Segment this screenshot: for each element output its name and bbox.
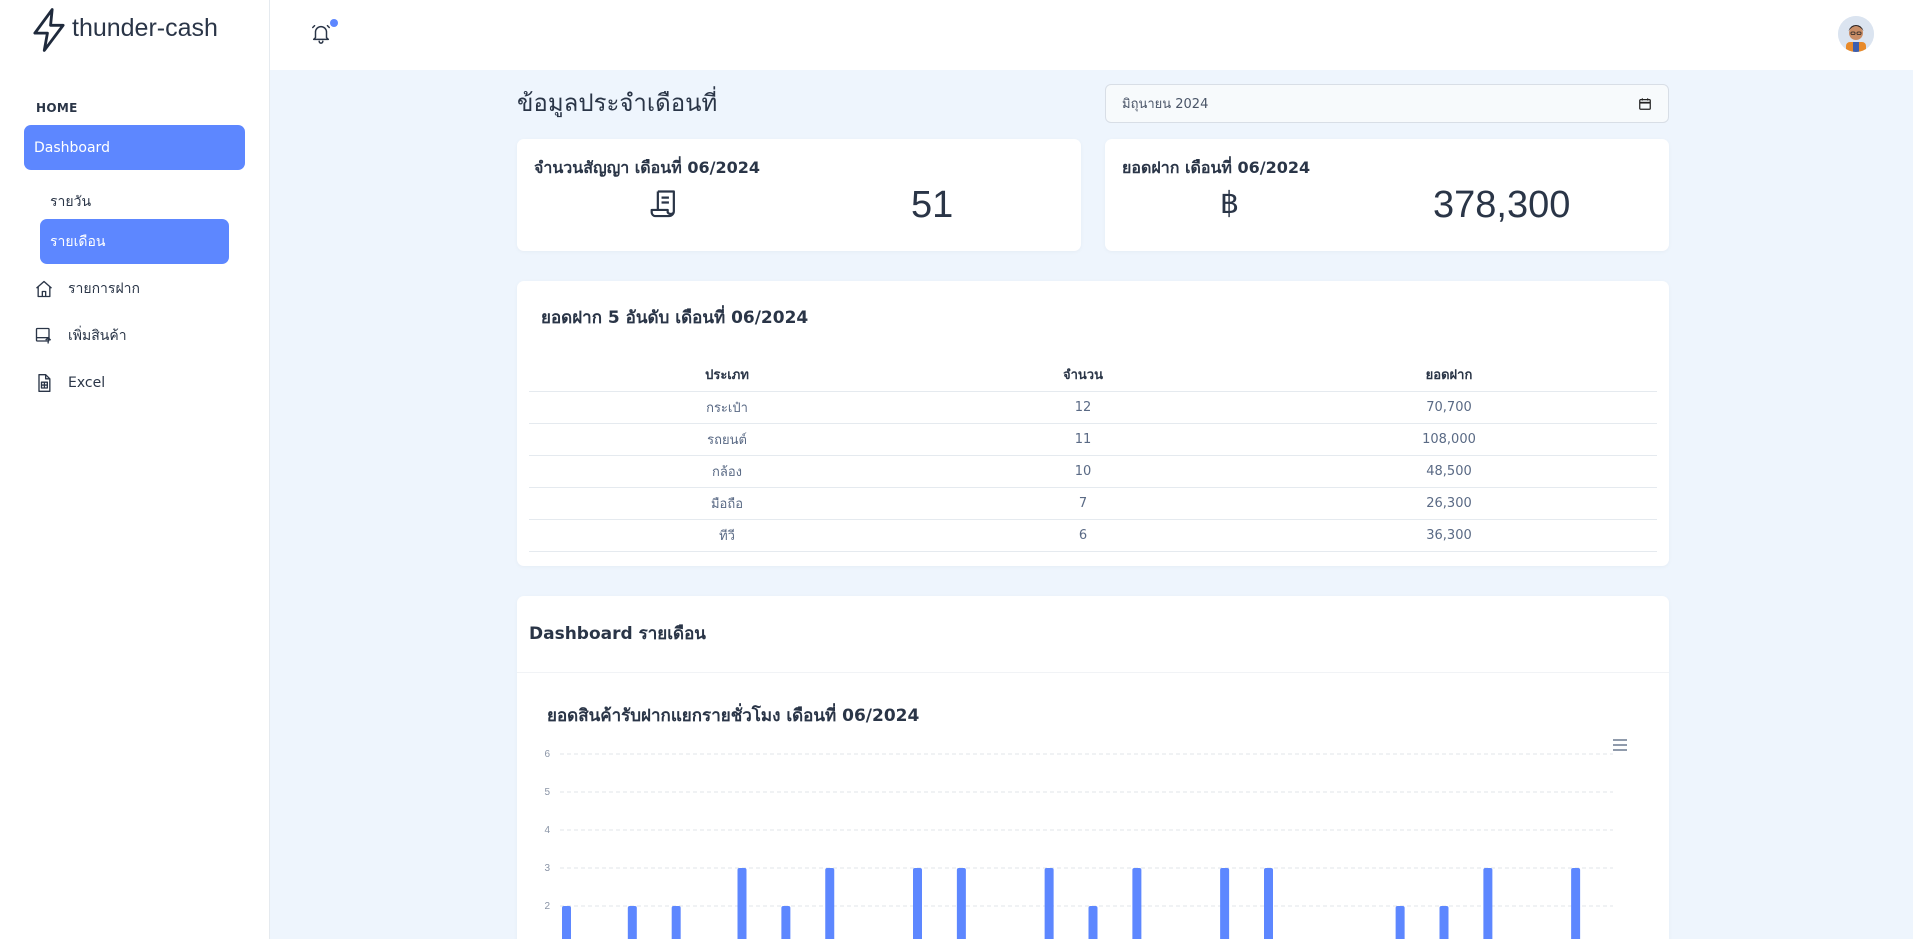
chart-bar — [1571, 868, 1581, 939]
sidebar-item-daily[interactable]: รายวัน — [40, 182, 228, 222]
table-title: ยอดฝาก 5 อันดับ เดือนที่ 06/2024 — [541, 308, 809, 328]
cell-count: 10 — [925, 455, 1241, 488]
sidebar-item-label: เพิ่มสินค้า — [68, 328, 127, 344]
dashboard-title: Dashboard รายเดือน — [529, 624, 706, 644]
chart-bar — [1439, 906, 1449, 939]
chart-bar — [1220, 868, 1230, 939]
sidebar-item-label: รายการฝาก — [68, 281, 140, 297]
y-tick-label: 5 — [544, 787, 550, 798]
column-header-count: จำนวน — [925, 359, 1241, 392]
chart-bar — [1132, 868, 1142, 939]
chart-bar — [1483, 868, 1493, 939]
cell-amount: 70,700 — [1241, 391, 1657, 424]
cell-type: มือถือ — [529, 487, 925, 520]
table-row: กล้อง 10 48,500 — [529, 455, 1657, 488]
monthly-dashboard-card: Dashboard รายเดือน ยอดสินค้ารับฝากแยกราย… — [517, 596, 1669, 939]
chart-bar — [781, 906, 791, 939]
cell-amount: 108,000 — [1241, 423, 1657, 456]
y-tick-label: 2 — [544, 901, 550, 912]
month-picker[interactable]: มิถุนายน 2024 — [1105, 84, 1669, 123]
chart-bar — [1044, 868, 1054, 939]
baht-icon: ฿ — [1220, 186, 1240, 221]
table-row: ทีวี 6 36,300 — [529, 519, 1657, 552]
bell-icon[interactable] — [310, 22, 332, 44]
lightning-icon — [33, 8, 65, 52]
cell-amount: 36,300 — [1241, 519, 1657, 552]
cell-count: 6 — [925, 519, 1241, 552]
top5-deposits-card: ยอดฝาก 5 อันดับ เดือนที่ 06/2024 ประเภท … — [517, 281, 1669, 566]
deposits-stat-card: ยอดฝาก เดือนที่ 06/2024 ฿ 378,300 — [1105, 139, 1669, 251]
sidebar-item-label: Dashboard — [34, 139, 110, 156]
user-avatar[interactable] — [1838, 16, 1874, 52]
sidebar-item-label: รายวัน — [50, 194, 92, 210]
spreadsheet-file-icon — [34, 373, 54, 393]
cell-count: 7 — [925, 487, 1241, 520]
column-header-amount: ยอดฝาก — [1241, 359, 1657, 392]
page-title: ข้อมูลประจำเดือนที่ — [517, 89, 718, 117]
table-row: มือถือ 7 26,300 — [529, 487, 1657, 520]
cell-count: 11 — [925, 423, 1241, 456]
sidebar-item-label: Excel — [68, 375, 106, 391]
chart-bar — [627, 906, 637, 939]
top5-table: ประเภท จำนวน ยอดฝาก กระเป๋า 12 70,700 รถ… — [529, 359, 1657, 552]
hourly-deposits-chart: 2345622232333323332233 — [544, 749, 1613, 939]
table-row: รถยนต์ 11 108,000 — [529, 423, 1657, 456]
chart-bar — [956, 868, 966, 939]
sidebar-item-excel[interactable]: Excel — [34, 372, 244, 394]
chart-bar — [671, 906, 681, 939]
chart-bar — [737, 868, 747, 939]
home-icon — [34, 279, 54, 299]
sidebar-item-deposits[interactable]: รายการฝาก — [34, 278, 244, 300]
sidebar-item-add-product[interactable]: เพิ่มสินค้า — [34, 325, 244, 347]
sidebar-item-monthly[interactable]: รายเดือน — [40, 219, 229, 264]
chart-bar — [1088, 906, 1098, 939]
sidebar-item-label: รายเดือน — [50, 233, 106, 250]
add-item-icon — [34, 326, 54, 346]
stat-card-value: 51 — [911, 184, 954, 226]
chart-bar — [1264, 868, 1273, 939]
notification-badge — [330, 19, 338, 27]
cell-type: กระเป๋า — [529, 391, 925, 424]
divider — [517, 672, 1669, 673]
cell-type: กล้อง — [529, 455, 925, 488]
top-bar — [270, 0, 1913, 70]
chart-bar — [913, 868, 922, 939]
cell-amount: 48,500 — [1241, 455, 1657, 488]
cell-amount: 26,300 — [1241, 487, 1657, 520]
sidebar-item-dashboard[interactable]: Dashboard — [24, 125, 245, 170]
cell-type: รถยนต์ — [529, 423, 925, 456]
month-picker-value: มิถุนายน 2024 — [1122, 97, 1209, 112]
y-tick-label: 4 — [544, 825, 550, 836]
y-tick-label: 3 — [544, 863, 550, 874]
stat-card-title: จำนวนสัญญา เดือนที่ 06/2024 — [534, 158, 760, 177]
brand-logo[interactable]: thunder-cash — [30, 8, 218, 52]
y-tick-label: 6 — [544, 749, 550, 760]
table-header-row: ประเภท จำนวน ยอดฝาก — [529, 359, 1657, 392]
contracts-stat-card: จำนวนสัญญา เดือนที่ 06/2024 51 — [517, 139, 1081, 251]
chart-bar — [562, 906, 571, 939]
chart-title: ยอดสินค้ารับฝากแยกรายชั่วโมง เดือนที่ 06… — [547, 706, 920, 726]
stat-card-value: 378,300 — [1433, 184, 1571, 226]
chart-bar — [825, 868, 835, 939]
stat-card-title: ยอดฝาก เดือนที่ 06/2024 — [1122, 158, 1311, 177]
nav-caption-home: HOME — [36, 101, 78, 115]
table-row: กระเป๋า 12 70,700 — [529, 391, 1657, 424]
chart-bar — [1395, 906, 1405, 939]
cell-count: 12 — [925, 391, 1241, 424]
brand-name: thunder-cash — [72, 13, 218, 42]
sidebar: thunder-cash HOME Dashboard รายวัน รายเด… — [0, 0, 270, 939]
cell-type: ทีวี — [529, 519, 925, 552]
calendar-icon[interactable] — [1638, 97, 1652, 111]
receipt-icon — [650, 190, 675, 218]
column-header-type: ประเภท — [529, 359, 925, 392]
